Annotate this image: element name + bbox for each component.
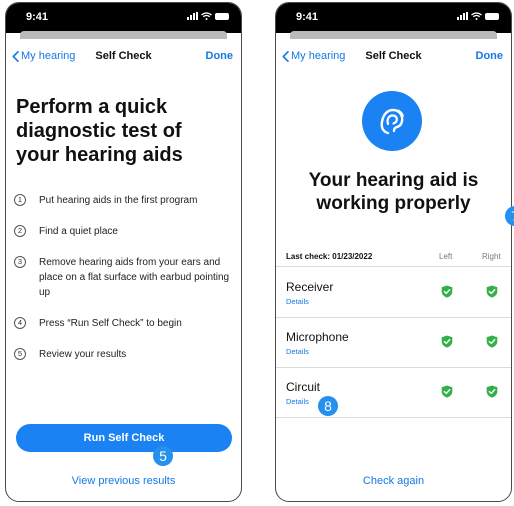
hearing-aid-icon xyxy=(362,91,422,151)
wifi-icon xyxy=(201,12,212,20)
step-number-1: 1 xyxy=(14,194,26,206)
signal-icon xyxy=(187,12,198,20)
annotation-badge-5: 5 xyxy=(153,446,173,466)
wifi-icon xyxy=(471,12,482,20)
instruction-step: 3 Remove hearing aids from your ears and… xyxy=(14,255,236,300)
shield-check-icon xyxy=(441,335,453,348)
battery-icon xyxy=(215,13,229,20)
nav-bar: My hearing Self Check Done xyxy=(276,41,511,71)
step-text: Press “Run Self Check” to begin xyxy=(39,318,182,329)
step-number-5: 5 xyxy=(14,348,26,360)
details-link[interactable]: Details xyxy=(286,347,309,356)
battery-icon xyxy=(485,13,499,20)
instruction-step: 5 Review your results xyxy=(14,347,236,362)
step-number-2: 2 xyxy=(14,225,26,237)
shield-check-icon xyxy=(486,335,498,348)
details-link[interactable]: Details xyxy=(286,297,309,306)
results-table-header: Last check: 01/23/2022 Left Right xyxy=(276,245,511,267)
step-text: Review your results xyxy=(39,349,127,360)
component-label: Circuit xyxy=(286,380,321,394)
step-text: Remove hearing aids from your ears and p… xyxy=(39,257,230,298)
shield-check-icon xyxy=(441,385,453,398)
page-title: Perform a quick diagnostic test of your … xyxy=(16,96,183,166)
last-check-date: Last check: 01/23/2022 xyxy=(286,252,373,261)
instruction-step: 2 Find a quiet place xyxy=(14,224,236,239)
step-number-4: 4 xyxy=(14,317,26,329)
status-bar: 9:41 xyxy=(6,3,241,33)
nav-bar: My hearing Self Check Done xyxy=(6,41,241,71)
sheet-background xyxy=(290,31,497,39)
component-label: Receiver xyxy=(286,280,334,294)
instruction-step: 1 Put hearing aids in the first program xyxy=(14,193,236,208)
view-previous-results-link[interactable]: View previous results xyxy=(6,475,241,487)
sheet-background xyxy=(20,31,227,39)
column-left-header: Left xyxy=(439,252,453,261)
run-self-check-button[interactable]: Run Self Check xyxy=(16,424,232,452)
instruction-step: 4 Press “Run Self Check” to begin xyxy=(14,316,236,331)
result-row-circuit: Circuit Details xyxy=(276,368,511,418)
check-again-link[interactable]: Check again xyxy=(276,475,511,487)
shield-check-icon xyxy=(486,285,498,298)
result-title: Your hearing aid is working properly xyxy=(308,170,479,214)
status-bar: 9:41 xyxy=(276,3,511,33)
component-label: Microphone xyxy=(286,330,349,344)
status-time: 9:41 xyxy=(26,11,49,23)
annotation-badge-8: 8 xyxy=(318,396,338,416)
instruction-list: 1 Put hearing aids in the first program … xyxy=(14,193,236,362)
column-right-header: Right xyxy=(482,252,501,261)
status-time: 9:41 xyxy=(296,11,319,23)
result-row-microphone: Microphone Details xyxy=(276,318,511,368)
self-check-results-screen: 9:41 My hearing Self Check Done Your hea… xyxy=(275,2,512,502)
details-link[interactable]: Details xyxy=(286,397,309,406)
step-number-3: 3 xyxy=(14,256,26,268)
result-row-receiver: Receiver Details xyxy=(276,268,511,318)
done-button[interactable]: Done xyxy=(206,50,234,62)
signal-icon xyxy=(457,12,468,20)
shield-check-icon xyxy=(486,385,498,398)
step-text: Put hearing aids in the first program xyxy=(39,195,198,206)
shield-check-icon xyxy=(441,285,453,298)
step-text: Find a quiet place xyxy=(39,226,118,237)
done-button[interactable]: Done xyxy=(476,50,504,62)
self-check-intro-screen: 9:41 My hearing Self Check Done Perform … xyxy=(5,2,242,502)
